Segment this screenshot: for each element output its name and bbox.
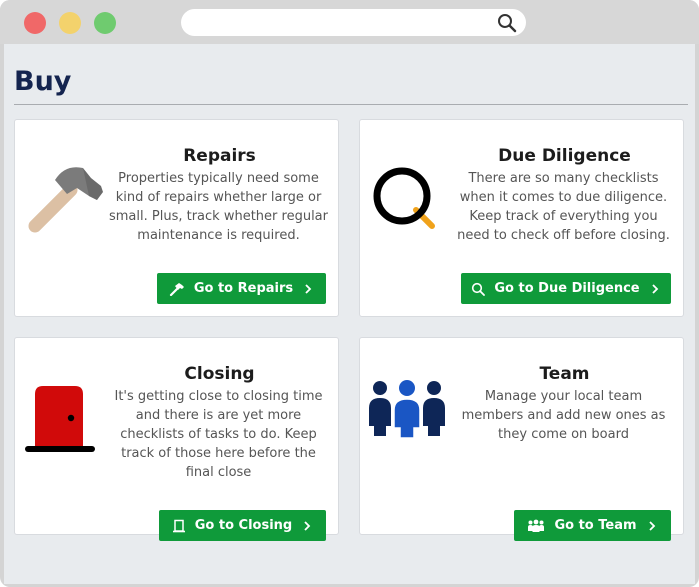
search-icon[interactable] — [497, 13, 517, 33]
card-description: Properties typically need some kind of r… — [109, 171, 328, 243]
card-repairs: Repairs Properties typically need some k… — [14, 119, 339, 317]
card-description: It's getting close to closing time and t… — [114, 389, 323, 480]
chevron-right-icon — [651, 283, 658, 294]
card-title: Closing — [184, 364, 255, 384]
maximize-window-button[interactable] — [94, 12, 116, 34]
minimize-window-button[interactable] — [59, 12, 81, 34]
title-divider — [14, 104, 688, 105]
card-title: Repairs — [183, 146, 256, 166]
card-team: Team Manage your local team members and … — [359, 337, 684, 541]
go-to-team-button[interactable]: Go to Team — [514, 510, 671, 541]
button-label: Go to Team — [554, 518, 637, 533]
button-label: Go to Due Diligence — [494, 281, 640, 296]
page-content: Buy Repairs Properties typically need so… — [4, 44, 695, 584]
browser-window: Buy Repairs Properties typically need so… — [0, 0, 699, 587]
door-icon — [172, 519, 185, 532]
button-label: Go to Closing — [194, 518, 293, 533]
page-title: Buy — [14, 66, 72, 97]
users-icon — [528, 519, 545, 532]
close-window-button[interactable] — [24, 12, 46, 34]
card-due-diligence: Due Diligence There are so many checklis… — [359, 119, 684, 317]
button-label: Go to Repairs — [193, 281, 294, 296]
card-closing: Closing It's getting close to closing ti… — [14, 337, 339, 541]
go-to-repairs-button[interactable]: Go to Repairs — [157, 273, 326, 304]
card-title: Team — [539, 364, 590, 384]
address-bar[interactable] — [181, 9, 526, 36]
door-icon — [25, 386, 95, 452]
search-icon — [472, 282, 486, 296]
hammer-icon — [28, 167, 103, 233]
go-to-due-diligence-button[interactable]: Go to Due Diligence — [461, 273, 671, 304]
magnifier-icon — [373, 167, 435, 229]
chevron-right-icon — [648, 520, 655, 531]
chevron-right-icon — [305, 283, 312, 294]
hammer-icon — [169, 282, 184, 296]
card-description: There are so many checklists when it com… — [457, 171, 670, 243]
go-to-closing-button[interactable]: Go to Closing — [159, 510, 326, 541]
title-bar — [0, 0, 699, 44]
card-description: Manage your local team members and add n… — [461, 389, 666, 442]
chevron-right-icon — [304, 520, 311, 531]
team-icon — [369, 380, 445, 439]
card-title: Due Diligence — [498, 146, 631, 166]
